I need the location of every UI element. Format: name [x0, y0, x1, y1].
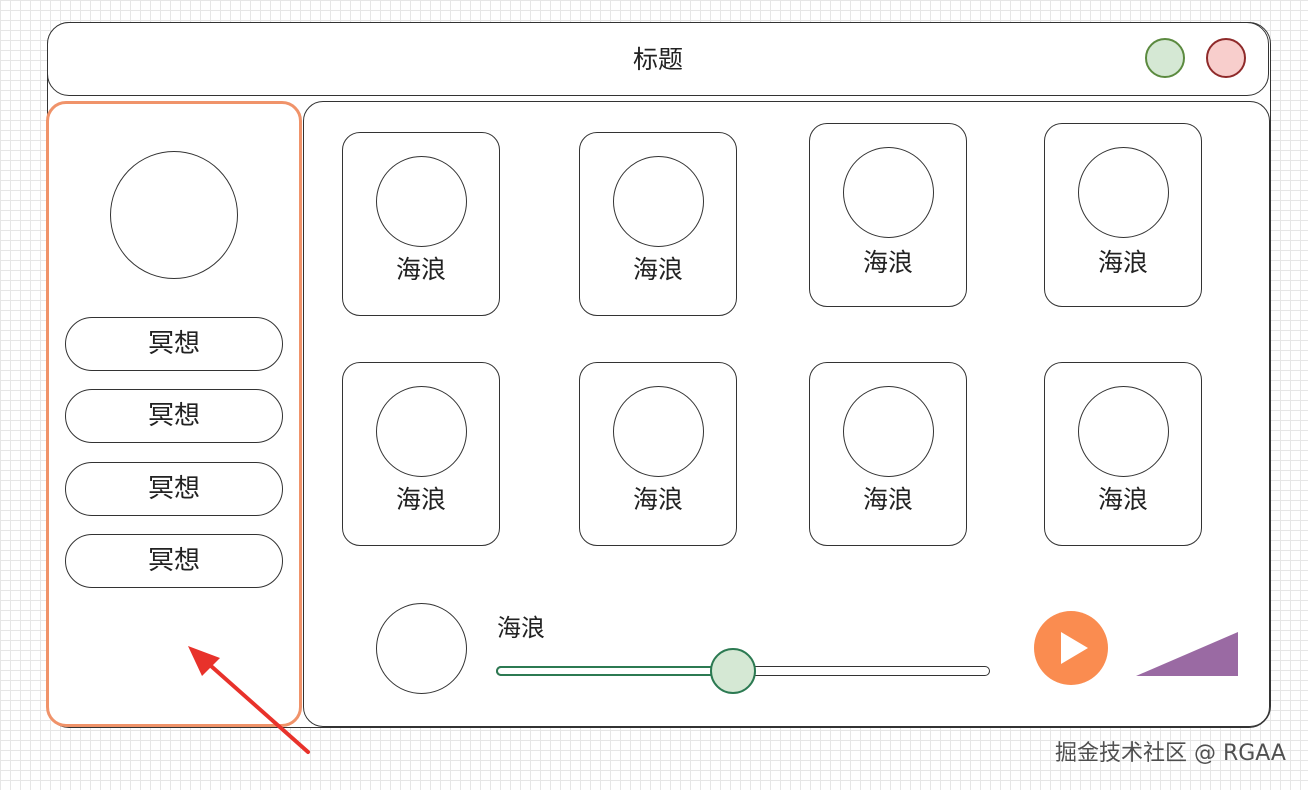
avatar[interactable] [110, 151, 238, 279]
sound-icon [1078, 147, 1169, 238]
sound-icon [613, 386, 704, 477]
sidebar-item-meditation-3[interactable]: 冥想 [65, 462, 283, 516]
sound-icon [843, 386, 934, 477]
maximize-button[interactable] [1145, 38, 1185, 78]
play-icon [1061, 632, 1088, 664]
progress-fill [496, 666, 736, 676]
sound-icon [843, 147, 934, 238]
sidebar-item-meditation-1[interactable]: 冥想 [65, 317, 283, 371]
sound-card[interactable]: 海浪 [1044, 362, 1202, 546]
sound-card[interactable]: 海浪 [342, 362, 500, 546]
sidebar-item-meditation-2[interactable]: 冥想 [65, 389, 283, 443]
sound-icon [376, 386, 467, 477]
window-title: 标题 [632, 45, 683, 74]
now-playing-cover [376, 603, 467, 694]
sidebar-item-meditation-4[interactable]: 冥想 [65, 534, 283, 588]
sound-card[interactable]: 海浪 [579, 132, 737, 316]
volume-icon[interactable] [1136, 632, 1238, 676]
progress-slider-thumb[interactable] [710, 648, 757, 694]
sound-card-label: 海浪 [862, 248, 913, 277]
now-playing-title: 海浪 [497, 614, 545, 642]
sound-card-label: 海浪 [632, 255, 683, 284]
sound-card-label: 海浪 [1097, 485, 1148, 514]
watermark: 掘金技术社区 @ RGAA [1054, 741, 1286, 766]
sound-card-label: 海浪 [632, 485, 683, 514]
sound-icon [1078, 386, 1169, 477]
annotation-arrow-icon [188, 646, 310, 754]
sound-icon [613, 156, 704, 247]
sound-card-label: 海浪 [1097, 248, 1148, 277]
sound-card[interactable]: 海浪 [809, 123, 967, 307]
sound-card-label: 海浪 [395, 485, 446, 514]
sound-icon [376, 156, 467, 247]
sound-card[interactable]: 海浪 [579, 362, 737, 546]
sound-card[interactable]: 海浪 [809, 362, 967, 546]
title-bar: 标题 [47, 22, 1269, 96]
close-button[interactable] [1206, 38, 1246, 78]
play-button[interactable] [1034, 611, 1108, 685]
sound-card[interactable]: 海浪 [1044, 123, 1202, 307]
sound-card-label: 海浪 [395, 255, 446, 284]
sound-card-label: 海浪 [862, 485, 913, 514]
sound-card[interactable]: 海浪 [342, 132, 500, 316]
sidebar: 冥想 冥想 冥想 冥想 [46, 101, 302, 727]
